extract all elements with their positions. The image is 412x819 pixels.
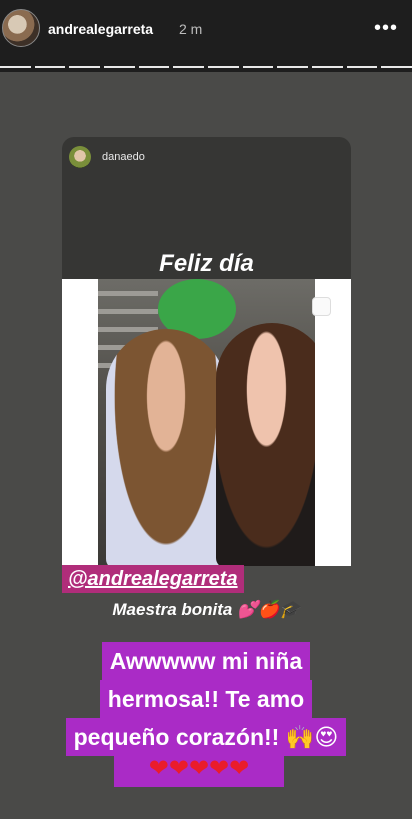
story-progress-bar: [0, 64, 412, 72]
progress-segment: [208, 66, 239, 68]
story-message: Awwwww mi niña hermosa!! Te amo pequeño …: [32, 642, 380, 756]
instagram-icon: [312, 297, 331, 316]
repost-caption: Maestra bonita 💕🍎🎓: [112, 600, 301, 619]
progress-segment: [0, 66, 31, 68]
story-photo: [98, 279, 315, 566]
profile-avatar[interactable]: [2, 9, 40, 47]
progress-segment: [138, 66, 170, 68]
person-right: [216, 323, 315, 566]
story-username[interactable]: andrealegarreta: [48, 21, 153, 37]
progress-segment: [277, 66, 309, 68]
hearts-row: ❤❤❤❤❤: [114, 751, 284, 787]
message-line: Awwwww mi niña: [101, 642, 311, 680]
progress-segment: [173, 66, 205, 68]
hearts-icon: ❤❤❤❤❤: [148, 755, 250, 782]
progress-segment: [242, 66, 274, 68]
mention-tag[interactable]: @andrealegarreta: [62, 565, 244, 593]
progress-segment: [312, 66, 343, 68]
more-options-icon[interactable]: •••: [374, 17, 398, 40]
window-blind: [98, 309, 158, 314]
person-left: [106, 329, 226, 566]
progress-segment: [381, 66, 412, 68]
repost-title: Feliz día: [159, 250, 254, 277]
repost-avatar[interactable]: [69, 146, 91, 168]
progress-segment: [34, 66, 66, 68]
message-line: hermosa!! Te amo: [99, 680, 313, 718]
repost-username[interactable]: danaedo: [102, 151, 145, 163]
progress-segment: [69, 66, 101, 68]
window-blind: [98, 291, 158, 296]
story-timestamp: 2 m: [179, 21, 203, 37]
progress-segment: [104, 66, 135, 68]
progress-segment: [346, 66, 378, 68]
